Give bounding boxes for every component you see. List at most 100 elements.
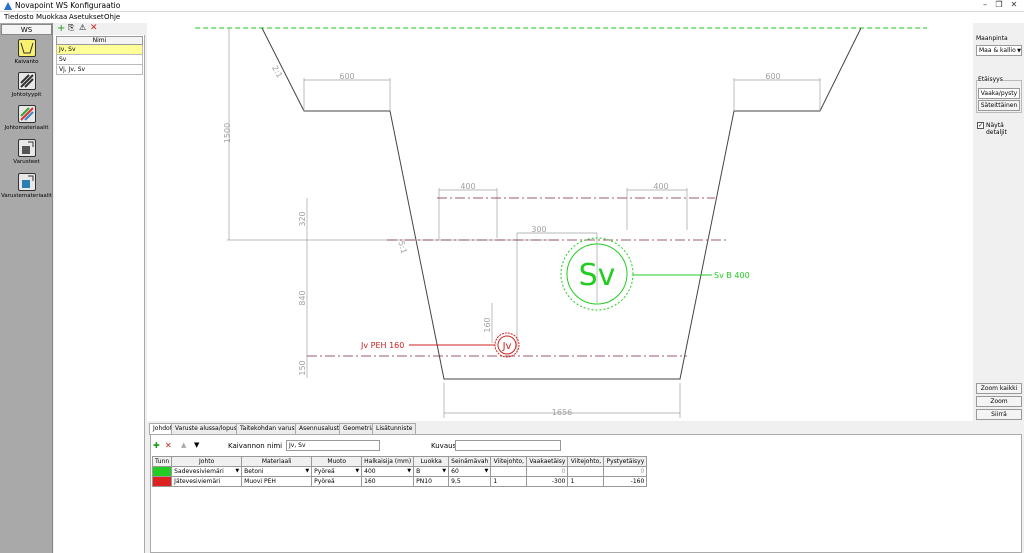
col-header: Luokka xyxy=(413,456,450,467)
add-pipe-icon[interactable]: ✚ xyxy=(153,441,160,450)
move-up-icon[interactable]: ▲ xyxy=(181,441,186,449)
add-icon[interactable]: + xyxy=(57,23,65,34)
delete-pipe-icon[interactable]: ✕ xyxy=(165,441,172,450)
name-input[interactable]: Jv, Sv xyxy=(286,440,380,451)
desc-input[interactable] xyxy=(455,440,561,451)
table-row[interactable]: Sadevesiviemäri ▼ Betoni ▼ Pyöreä ▼ 400 ▼ B ▼… xyxy=(151,466,648,477)
jv-big-label: Jv xyxy=(502,341,512,352)
cell-luokka[interactable]: PN10 xyxy=(413,476,450,487)
tab-lisatunniste[interactable]: Lisätunniste xyxy=(372,423,417,434)
cell-muoto[interactable]: Pyöreä ▼ xyxy=(311,466,363,477)
ws-item-varustemateriaalit[interactable]: Varustemateriaalit xyxy=(0,173,53,199)
move-button[interactable]: Siirrä xyxy=(976,409,1022,420)
dim-label: 300 xyxy=(531,225,546,234)
etaisyys-label: Etäisyys xyxy=(978,76,1003,83)
menu-asetukset[interactable]: Asetukset xyxy=(69,13,104,21)
list-item[interactable]: Vj, Jv, Sv xyxy=(56,65,143,75)
warning-icon[interactable]: ⚠ xyxy=(79,23,86,32)
maximize-button[interactable]: ❐ xyxy=(992,0,1006,10)
table-row[interactable]: Jätevesiviemäri Muovi PEH Pyöreä 160 PN1… xyxy=(151,476,648,487)
cell-luokka[interactable]: B ▼ xyxy=(413,466,450,477)
app-icon xyxy=(4,2,12,10)
cell-seinama[interactable]: 9,5 xyxy=(448,476,492,487)
pipe-types-icon xyxy=(17,72,36,90)
move-down-icon[interactable]: ▼ xyxy=(194,441,199,449)
cell-johto[interactable]: Sadevesiviemäri ▼ xyxy=(171,466,243,477)
cell-viitejohto2[interactable]: 1 xyxy=(567,476,605,487)
dim-label: 600 xyxy=(339,72,354,81)
cell-pysty[interactable]: 0 xyxy=(603,466,648,477)
ws-header: WS xyxy=(1,24,52,35)
col-header: Materiaali xyxy=(241,456,313,467)
cell-muoto[interactable]: Pyöreä xyxy=(311,476,363,487)
sateittainen-button[interactable]: Säteittäinen xyxy=(978,100,1020,111)
chevron-down-icon: ▼ xyxy=(442,468,447,474)
dim-label: 160 xyxy=(483,317,492,332)
ws-item-johtomateriaalit[interactable]: Johtomateriaalit xyxy=(0,105,53,131)
chevron-down-icon: ▼ xyxy=(235,468,240,474)
list-toolbar: + ⎘ ⚠ ✕ xyxy=(54,23,145,35)
list-item[interactable]: Sv xyxy=(56,55,143,65)
cell-viitejohto1[interactable]: 1 xyxy=(490,476,528,487)
drawing-canvas[interactable]: 600 600 1500 2:1 400 400 300 320 840 160… xyxy=(147,23,973,421)
zoom-button[interactable]: Zoom xyxy=(976,396,1022,407)
dim-label: 2:1 xyxy=(270,64,284,80)
vaaka-pysty-button[interactable]: Vaaka/pysty xyxy=(978,88,1020,99)
list-panel: + ⎘ ⚠ ✕ Nimi Jv, Sv Sv Vj, Jv, Sv xyxy=(54,23,145,553)
delete-icon[interactable]: ✕ xyxy=(90,23,98,33)
col-header: Pystyetäisyy xyxy=(603,456,648,467)
menu-muokkaa[interactable]: Muokkaa xyxy=(36,13,67,21)
cell-johto[interactable]: Jätevesiviemäri xyxy=(171,476,243,487)
name-label: Kaivannon nimi xyxy=(228,442,283,450)
dimension-lines xyxy=(227,28,821,418)
col-header: Tunn xyxy=(151,456,173,467)
table-header: Tunn Johto Materiaali Muoto Halkaisija (… xyxy=(151,456,648,467)
zoom-all-button[interactable]: Zoom kaikki xyxy=(976,383,1022,394)
ws-item-johtotyypit[interactable]: Johtotyypit xyxy=(0,72,53,98)
maanpinta-label: Maanpinta xyxy=(976,35,1008,42)
copy-icon[interactable]: ⎘ xyxy=(68,23,74,33)
close-button[interactable]: ✕ xyxy=(1007,0,1021,10)
chevron-down-icon: ▼ xyxy=(407,468,412,474)
ws-item-kaivanto[interactable]: Kaivanto xyxy=(0,39,53,65)
menu-tiedosto[interactable]: Tiedosto xyxy=(4,13,34,21)
cell-materiaali[interactable]: Muovi PEH xyxy=(241,476,313,487)
dim-label: 150 xyxy=(298,360,307,375)
cell-materiaali[interactable]: Betoni ▼ xyxy=(241,466,313,477)
cell-seinama[interactable]: 60 ▼ xyxy=(448,466,492,477)
pipes-table: Tunn Johto Materiaali Muoto Halkaisija (… xyxy=(151,456,648,487)
cell-vaaka[interactable]: -300 xyxy=(526,476,569,487)
ws-item-varusteet[interactable]: Varusteet xyxy=(0,139,53,165)
title-bar: Novapoint WS Konfiguraatio – ❐ ✕ xyxy=(0,0,1024,12)
sv-pipe-label: Sv B 400 xyxy=(714,271,750,280)
col-header: Viitejohto, xyxy=(567,456,605,467)
cell-halkaisija[interactable]: 160 xyxy=(361,476,415,487)
minimize-button[interactable]: – xyxy=(978,0,992,10)
col-header: Johto xyxy=(171,456,243,467)
menu-ohje[interactable]: Ohje xyxy=(104,13,120,21)
cell-halkaisija[interactable]: 400 ▼ xyxy=(361,466,415,477)
excavation-icon xyxy=(17,39,36,57)
desc-label: Kuvaus xyxy=(431,442,457,450)
dim-label: 400 xyxy=(460,182,475,191)
cell-viitejohto1[interactable] xyxy=(490,466,528,477)
row-color-swatch[interactable] xyxy=(151,476,173,487)
maanpinta-select[interactable]: Maa & kallio ▼ xyxy=(976,45,1022,56)
nayta-checkbox[interactable]: ✓ xyxy=(977,122,984,129)
sv-pipe[interactable]: Sv Sv B 400 xyxy=(560,237,750,311)
johdot-panel: ✚ ✕ ▲ ▼ Kaivannon nimi Jv, Sv Kuvaus Tun… xyxy=(150,434,1022,553)
list-item[interactable]: Jv, Sv xyxy=(56,45,143,55)
dimension-labels: 600 600 1500 2:1 400 400 300 320 840 160… xyxy=(223,64,781,417)
dim-label: 1656 xyxy=(552,408,572,417)
col-header: Muoto xyxy=(311,456,363,467)
col-header: Seinämävah xyxy=(448,456,492,467)
menu-bar: Tiedosto Muokkaa Asetukset Ohje xyxy=(0,12,1024,23)
right-panel: Maanpinta Maa & kallio ▼ Etäisyys Vaaka/p… xyxy=(973,23,1024,421)
cell-vaaka[interactable]: 0 xyxy=(526,466,569,477)
jv-pipe[interactable]: Jv Jv PEH 160 xyxy=(360,332,520,358)
dim-label: 400 xyxy=(653,182,668,191)
cell-pysty[interactable]: -160 xyxy=(603,476,648,487)
cell-viitejohto2[interactable] xyxy=(567,466,605,477)
dim-label: 320 xyxy=(298,211,307,226)
row-color-swatch[interactable] xyxy=(151,466,173,477)
